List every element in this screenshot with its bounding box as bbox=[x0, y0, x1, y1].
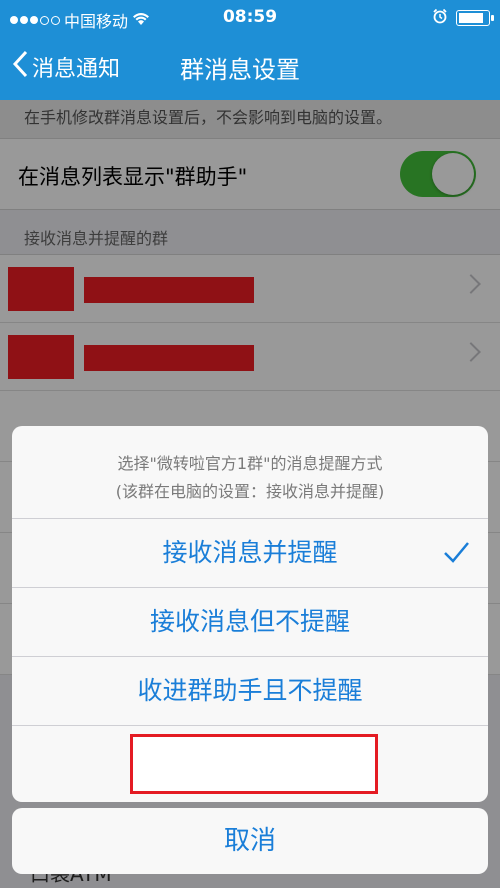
back-label: 消息通知 bbox=[32, 57, 121, 82]
alarm-icon bbox=[432, 8, 448, 28]
status-time: 08:59 bbox=[222, 7, 278, 27]
option-blank[interactable] bbox=[12, 726, 488, 794]
status-bar: 中国移动 08:59 bbox=[0, 0, 500, 36]
option-receive-no-notify[interactable]: 接收消息但不提醒 bbox=[12, 588, 488, 657]
option-label: 接收消息并提醒 bbox=[162, 538, 338, 567]
battery-icon bbox=[456, 10, 494, 26]
action-sheet-message-line1: 选择"微转啦官方1群"的消息提醒方式 bbox=[117, 454, 383, 473]
cancel-button[interactable]: 取消 bbox=[12, 808, 488, 874]
action-sheet-message: 选择"微转啦官方1群"的消息提醒方式 (该群在电脑的设置：接收消息并提醒) bbox=[12, 426, 488, 519]
option-label: 接收消息但不提醒 bbox=[149, 607, 350, 636]
highlight-box bbox=[130, 734, 378, 794]
action-sheet-message-line2: (该群在电脑的设置：接收消息并提醒) bbox=[115, 482, 385, 501]
action-sheet: 选择"微转啦官方1群"的消息提醒方式 (该群在电脑的设置：接收消息并提醒) 接收… bbox=[12, 426, 488, 802]
option-group-assistant-no-notify[interactable]: 收进群助手且不提醒 bbox=[12, 657, 488, 726]
page-title: 群消息设置 bbox=[180, 56, 300, 84]
option-label: 收进群助手且不提醒 bbox=[137, 676, 363, 705]
navigation-bar: 消息通知 群消息设置 bbox=[0, 36, 500, 100]
back-button[interactable]: 消息通知 bbox=[12, 50, 120, 84]
option-receive-and-notify[interactable]: 接收消息并提醒 bbox=[12, 519, 488, 588]
status-right bbox=[432, 8, 494, 28]
chevron-left-icon bbox=[12, 50, 28, 84]
